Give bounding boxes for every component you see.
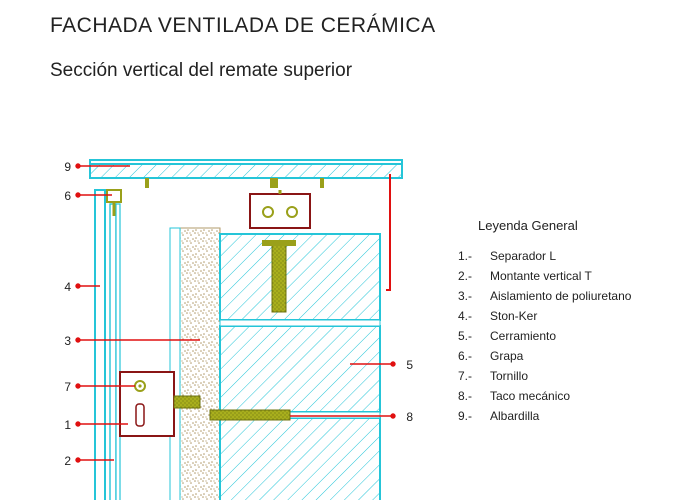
section-diagram [0, 0, 700, 500]
montante-t [110, 204, 116, 500]
ston-ker-panel [95, 190, 105, 500]
cerramiento [220, 234, 380, 500]
aislamiento [180, 228, 220, 500]
albardilla [90, 160, 402, 188]
top-plate [250, 190, 310, 228]
flashing-red [386, 174, 390, 290]
